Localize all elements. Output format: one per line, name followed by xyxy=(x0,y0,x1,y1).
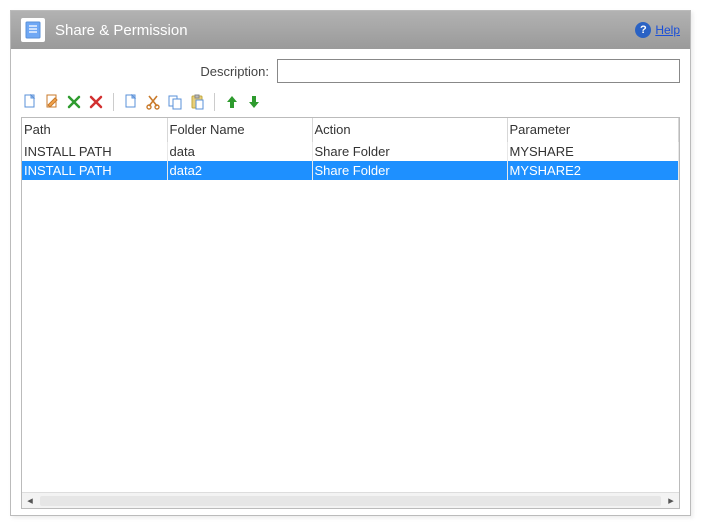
toolbar-separator xyxy=(214,93,215,111)
cell-action: Share Folder xyxy=(312,161,507,180)
edit-button[interactable] xyxy=(43,93,61,111)
col-folder-name[interactable]: Folder Name xyxy=(167,118,312,142)
cell-folder: data xyxy=(167,142,312,162)
document-icon xyxy=(21,18,45,42)
panel-title: Share & Permission xyxy=(55,22,635,39)
duplicate-button[interactable] xyxy=(166,93,184,111)
grid[interactable]: Path Folder Name Action Parameter INSTAL… xyxy=(22,118,679,492)
table-row[interactable]: INSTALL PATHdataShare FolderMYSHARE xyxy=(22,142,679,162)
move-down-button[interactable] xyxy=(245,93,263,111)
description-input[interactable] xyxy=(277,59,680,83)
help-area: ? Help xyxy=(635,22,680,38)
delete-all-button[interactable] xyxy=(87,93,105,111)
horizontal-scrollbar[interactable]: ◂ ▸ xyxy=(22,492,679,508)
description-label: Description: xyxy=(21,64,269,79)
title-bar: Share & Permission ? Help xyxy=(11,11,690,49)
scroll-left-icon[interactable]: ◂ xyxy=(22,494,38,507)
copy-button[interactable] xyxy=(122,93,140,111)
delete-button[interactable] xyxy=(65,93,83,111)
toolbar xyxy=(11,91,690,117)
share-permission-panel: Share & Permission ? Help Description: xyxy=(10,10,691,516)
cell-action: Share Folder xyxy=(312,142,507,162)
col-action[interactable]: Action xyxy=(312,118,507,142)
scroll-track[interactable] xyxy=(40,496,661,506)
scroll-right-icon[interactable]: ▸ xyxy=(663,494,679,507)
description-row: Description: xyxy=(11,49,690,91)
grid-wrap: Path Folder Name Action Parameter INSTAL… xyxy=(21,117,680,509)
table-row[interactable]: INSTALL PATHdata2Share FolderMYSHARE2 xyxy=(22,161,679,180)
cell-folder: data2 xyxy=(167,161,312,180)
cut-button[interactable] xyxy=(144,93,162,111)
cell-param: MYSHARE2 xyxy=(507,161,679,180)
permissions-table: Path Folder Name Action Parameter INSTAL… xyxy=(22,118,679,180)
col-parameter[interactable]: Parameter xyxy=(507,118,679,142)
help-icon: ? xyxy=(635,22,651,38)
cell-param: MYSHARE xyxy=(507,142,679,162)
toolbar-separator xyxy=(113,93,114,111)
move-up-button[interactable] xyxy=(223,93,241,111)
new-button[interactable] xyxy=(21,93,39,111)
col-path[interactable]: Path xyxy=(22,118,167,142)
paste-button[interactable] xyxy=(188,93,206,111)
cell-path: INSTALL PATH xyxy=(22,142,167,162)
help-link[interactable]: Help xyxy=(655,23,680,37)
header-row: Path Folder Name Action Parameter xyxy=(22,118,679,142)
cell-path: INSTALL PATH xyxy=(22,161,167,180)
